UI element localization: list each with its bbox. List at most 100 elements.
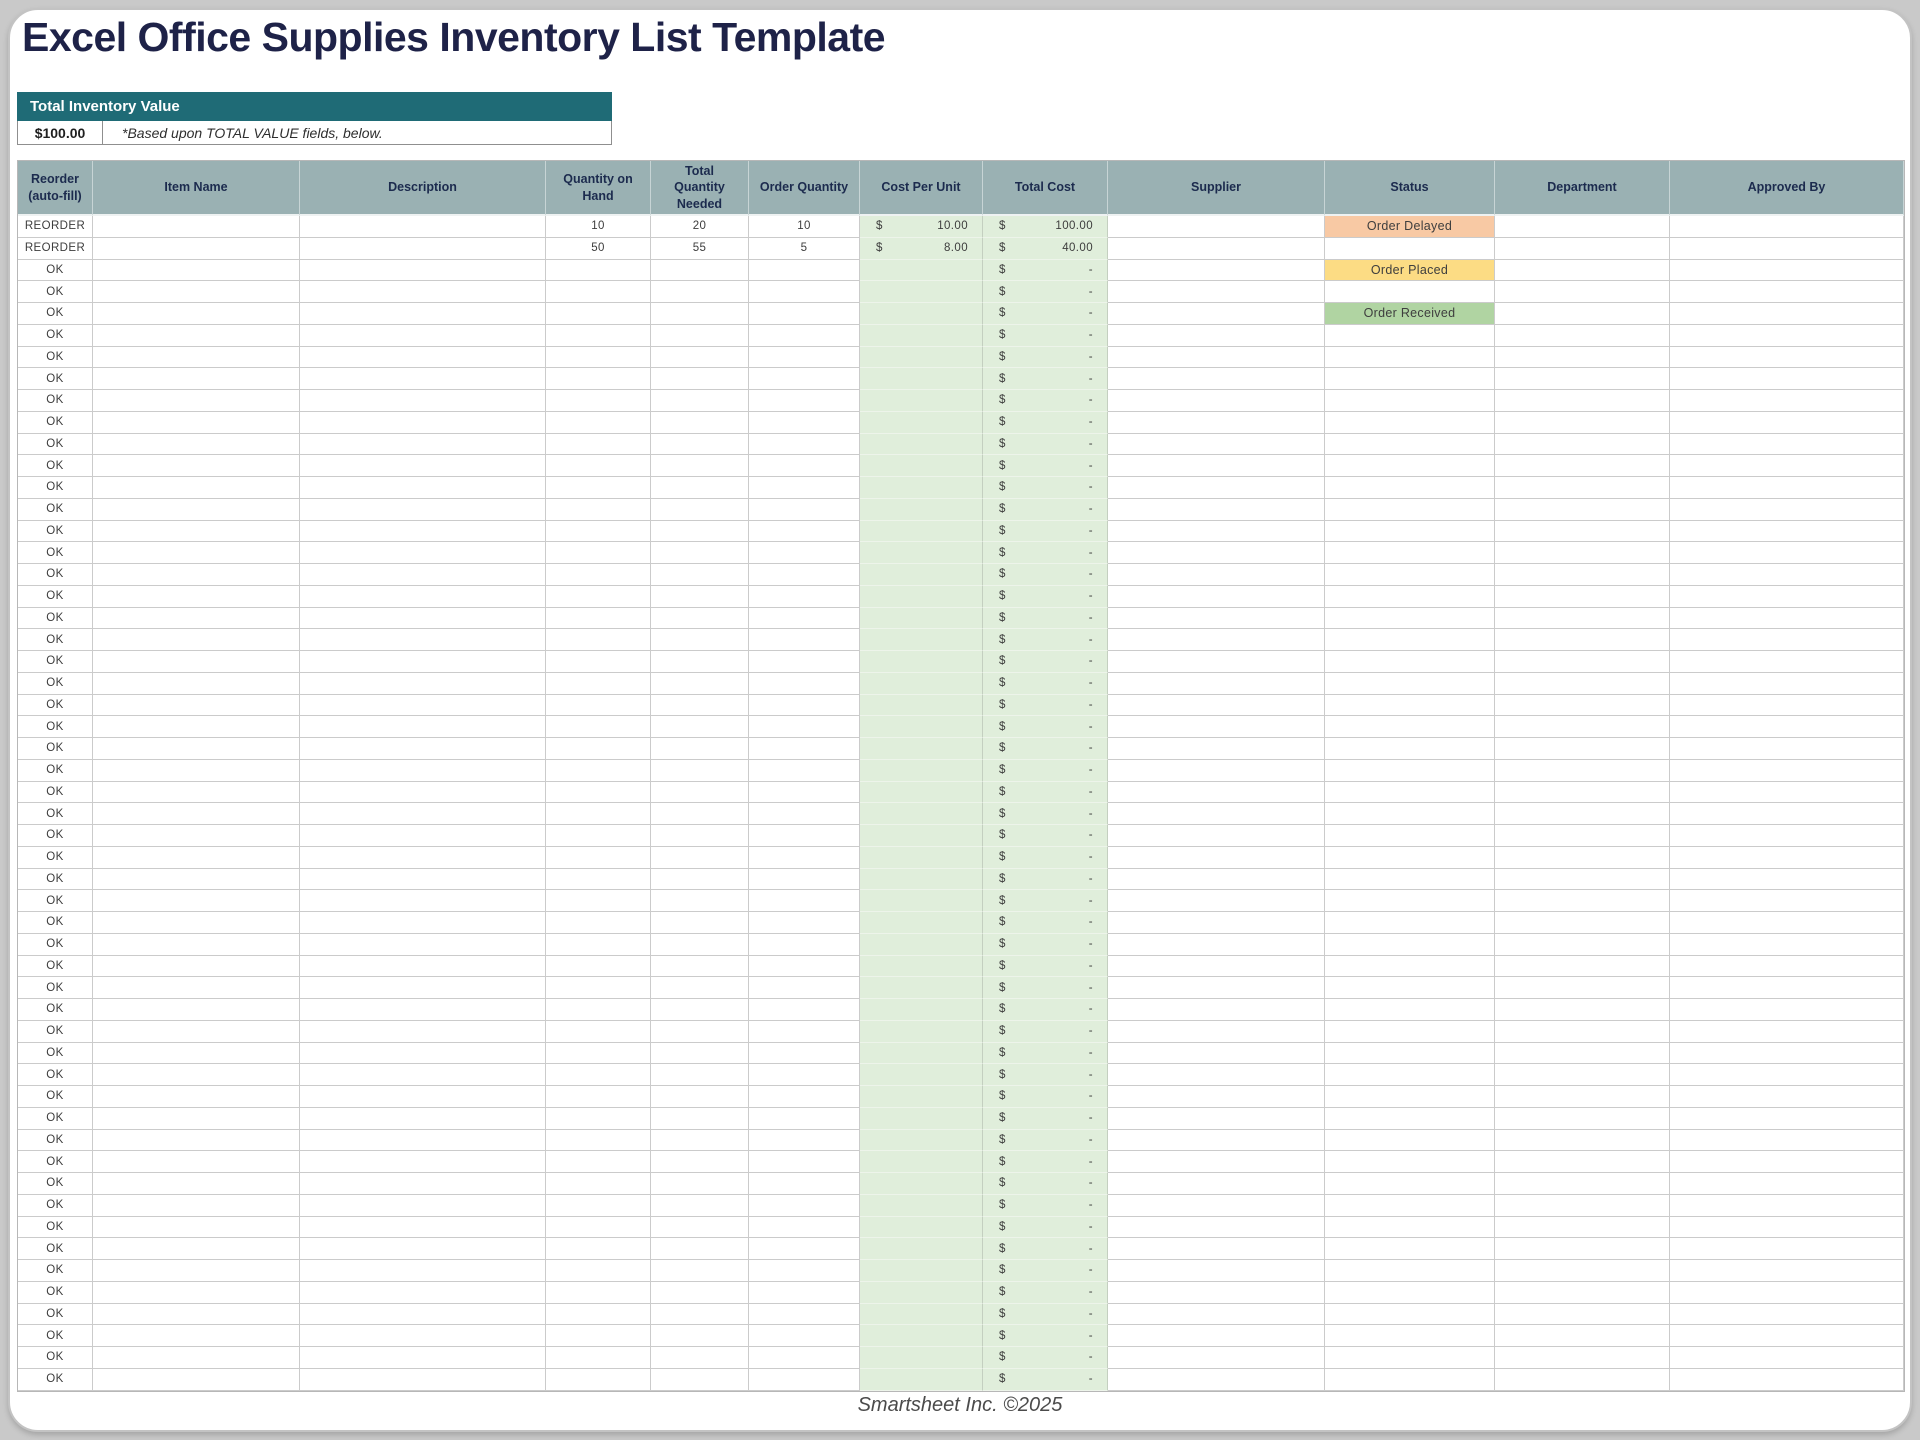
cell-supplier[interactable]	[1108, 325, 1325, 347]
cell-supplier[interactable]	[1108, 1282, 1325, 1304]
cell-supplier[interactable]	[1108, 1325, 1325, 1347]
cell-status[interactable]	[1325, 999, 1495, 1021]
cell-item_name[interactable]	[93, 347, 300, 369]
cell-status[interactable]	[1325, 347, 1495, 369]
cell-status[interactable]	[1325, 499, 1495, 521]
cell-order_qty[interactable]	[749, 1086, 860, 1108]
cell-total_cost[interactable]: $-	[983, 542, 1108, 564]
cell-item_name[interactable]	[93, 260, 300, 282]
cell-reorder[interactable]: OK	[18, 1108, 93, 1130]
cell-total_qty_needed[interactable]	[651, 1325, 749, 1347]
cell-reorder[interactable]: OK	[18, 977, 93, 999]
cell-description[interactable]	[300, 477, 546, 499]
cell-description[interactable]	[300, 1108, 546, 1130]
cell-qty_on_hand[interactable]	[546, 651, 651, 673]
cell-cost_per_unit[interactable]	[860, 347, 983, 369]
cell-order_qty[interactable]	[749, 934, 860, 956]
cell-total_qty_needed[interactable]	[651, 455, 749, 477]
cell-item_name[interactable]	[93, 629, 300, 651]
cell-reorder[interactable]: OK	[18, 738, 93, 760]
cell-total_qty_needed[interactable]	[651, 347, 749, 369]
cell-description[interactable]	[300, 564, 546, 586]
cell-total_cost[interactable]: $100.00	[983, 216, 1108, 238]
cell-item_name[interactable]	[93, 216, 300, 238]
cell-order_qty[interactable]	[749, 260, 860, 282]
cell-cost_per_unit[interactable]	[860, 695, 983, 717]
cell-item_name[interactable]	[93, 1086, 300, 1108]
cell-order_qty[interactable]	[749, 1108, 860, 1130]
total-inventory-value-cell[interactable]: $100.00	[18, 121, 103, 144]
cell-description[interactable]	[300, 890, 546, 912]
cell-order_qty[interactable]	[749, 1238, 860, 1260]
cell-total_cost[interactable]: $-	[983, 803, 1108, 825]
cell-cost_per_unit[interactable]	[860, 1282, 983, 1304]
cell-total_qty_needed[interactable]	[651, 651, 749, 673]
cell-supplier[interactable]	[1108, 216, 1325, 238]
cell-qty_on_hand[interactable]	[546, 390, 651, 412]
cell-item_name[interactable]	[93, 803, 300, 825]
cell-description[interactable]	[300, 1282, 546, 1304]
cell-approved_by[interactable]	[1670, 1217, 1904, 1239]
cell-total_qty_needed[interactable]	[651, 521, 749, 543]
cell-cost_per_unit[interactable]	[860, 542, 983, 564]
cell-item_name[interactable]	[93, 608, 300, 630]
cell-cost_per_unit[interactable]	[860, 1108, 983, 1130]
cell-description[interactable]	[300, 695, 546, 717]
cell-status[interactable]	[1325, 1130, 1495, 1152]
cell-description[interactable]	[300, 325, 546, 347]
cell-reorder[interactable]: OK	[18, 347, 93, 369]
cell-reorder[interactable]: OK	[18, 1369, 93, 1391]
cell-order_qty[interactable]	[749, 629, 860, 651]
cell-total_qty_needed[interactable]	[651, 564, 749, 586]
cell-description[interactable]	[300, 803, 546, 825]
cell-status[interactable]	[1325, 738, 1495, 760]
cell-approved_by[interactable]	[1670, 956, 1904, 978]
cell-total_cost[interactable]: $-	[983, 347, 1108, 369]
cell-total_qty_needed[interactable]	[651, 673, 749, 695]
cell-total_qty_needed[interactable]	[651, 1217, 749, 1239]
cell-supplier[interactable]	[1108, 629, 1325, 651]
cell-total_qty_needed[interactable]: 20	[651, 216, 749, 238]
cell-item_name[interactable]	[93, 1260, 300, 1282]
cell-status[interactable]	[1325, 477, 1495, 499]
cell-description[interactable]	[300, 390, 546, 412]
cell-status[interactable]	[1325, 1108, 1495, 1130]
cell-total_cost[interactable]: $-	[983, 434, 1108, 456]
cell-item_name[interactable]	[93, 1217, 300, 1239]
cell-qty_on_hand[interactable]	[546, 847, 651, 869]
cell-total_qty_needed[interactable]	[651, 325, 749, 347]
cell-reorder[interactable]: OK	[18, 455, 93, 477]
cell-description[interactable]	[300, 934, 546, 956]
cell-item_name[interactable]	[93, 1108, 300, 1130]
cell-item_name[interactable]	[93, 390, 300, 412]
cell-status[interactable]	[1325, 890, 1495, 912]
cell-item_name[interactable]	[93, 1325, 300, 1347]
cell-order_qty[interactable]	[749, 1282, 860, 1304]
cell-supplier[interactable]	[1108, 803, 1325, 825]
cell-total_cost[interactable]: $-	[983, 673, 1108, 695]
cell-approved_by[interactable]	[1670, 1021, 1904, 1043]
cell-department[interactable]	[1495, 1043, 1670, 1065]
cell-item_name[interactable]	[93, 1064, 300, 1086]
cell-order_qty[interactable]	[749, 434, 860, 456]
cell-approved_by[interactable]	[1670, 238, 1904, 260]
cell-total_qty_needed[interactable]	[651, 999, 749, 1021]
cell-total_qty_needed[interactable]	[651, 977, 749, 999]
cell-description[interactable]	[300, 1173, 546, 1195]
cell-supplier[interactable]	[1108, 738, 1325, 760]
cell-item_name[interactable]	[93, 368, 300, 390]
cell-total_cost[interactable]: $-	[983, 1151, 1108, 1173]
cell-department[interactable]	[1495, 281, 1670, 303]
cell-supplier[interactable]	[1108, 1043, 1325, 1065]
cell-qty_on_hand[interactable]	[546, 629, 651, 651]
cell-cost_per_unit[interactable]	[860, 1325, 983, 1347]
cell-item_name[interactable]	[93, 281, 300, 303]
cell-order_qty[interactable]	[749, 499, 860, 521]
cell-order_qty[interactable]	[749, 1173, 860, 1195]
cell-cost_per_unit[interactable]	[860, 803, 983, 825]
cell-status[interactable]	[1325, 368, 1495, 390]
cell-total_qty_needed[interactable]	[651, 1260, 749, 1282]
cell-approved_by[interactable]	[1670, 260, 1904, 282]
cell-supplier[interactable]	[1108, 716, 1325, 738]
cell-supplier[interactable]	[1108, 1304, 1325, 1326]
